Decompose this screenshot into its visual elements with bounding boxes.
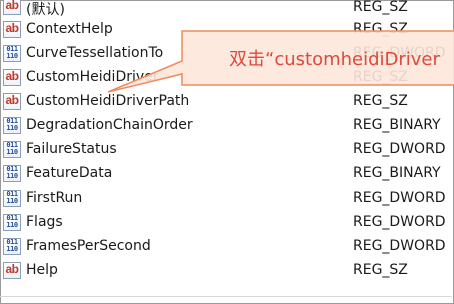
value-type: REG_SZ: [353, 93, 408, 110]
registry-row[interactable]: ab (默认) REG_SZ: [0, 0, 452, 18]
bottom-divider: [0, 296, 452, 297]
binary-value-icon: 011 110: [3, 213, 21, 231]
value-name: FramesPerSecond: [26, 237, 151, 254]
value-type: REG_BINARY: [353, 165, 441, 182]
registry-row[interactable]: ab ContextHelp REG_SZ: [0, 18, 452, 42]
registry-value-list: ab (默认) REG_SZ ab ContextHelp REG_SZ 011…: [0, 0, 452, 283]
value-name: ContextHelp: [26, 21, 113, 37]
string-value-icon: ab: [3, 93, 21, 111]
registry-row[interactable]: ab Help REG_SZ: [0, 259, 452, 283]
value-type: REG_SZ: [353, 69, 408, 86]
value-name: Flags: [26, 213, 63, 230]
binary-value-icon: 011 110: [3, 141, 21, 159]
registry-row[interactable]: 011 110 FailureStatus REG_DWORD: [0, 138, 452, 162]
value-name: Help: [26, 261, 58, 278]
binary-value-icon: 011 110: [3, 237, 21, 255]
string-value-icon: ab: [3, 0, 21, 15]
registry-row[interactable]: ab CustomHeidiDriverPath REG_SZ: [0, 90, 452, 114]
value-name: FeatureData: [26, 165, 113, 182]
registry-row[interactable]: 011 110 Flags REG_DWORD: [0, 211, 452, 235]
value-name: CustomHeidiDriverPath: [26, 93, 190, 110]
registry-row[interactable]: 011 110 DegradationChainOrder REG_BINARY: [0, 114, 452, 138]
callout-text: 双击“customheidiDriver: [229, 49, 440, 70]
value-name: CurveTessellationTo: [26, 45, 164, 62]
binary-value-icon: 011 110: [3, 117, 21, 135]
value-name: (默认): [26, 2, 65, 18]
registry-row[interactable]: 011 110 FirstRun REG_DWORD: [0, 187, 452, 211]
value-type: REG_DWORD: [353, 141, 446, 158]
value-type: REG_BINARY: [353, 117, 441, 134]
binary-value-icon: 011 110: [3, 165, 21, 183]
value-name: FailureStatus: [26, 141, 117, 158]
value-type: REG_DWORD: [353, 213, 446, 230]
registry-row[interactable]: 011 110 FramesPerSecond REG_DWORD: [0, 235, 452, 259]
string-value-icon: ab: [3, 21, 21, 38]
value-type: REG_DWORD: [353, 189, 446, 206]
value-type: REG_DWORD: [353, 237, 446, 254]
value-name: CustomHeidiDriver: [26, 69, 159, 86]
value-name: FirstRun: [26, 189, 83, 206]
binary-value-icon: 011 110: [3, 45, 21, 63]
value-type: REG_SZ: [353, 261, 408, 278]
binary-value-icon: 011 110: [3, 189, 21, 207]
string-value-icon: ab: [3, 69, 21, 87]
registry-row[interactable]: 011 110 FeatureData REG_BINARY: [0, 162, 452, 186]
value-type: REG_SZ: [353, 21, 408, 37]
string-value-icon: ab: [3, 261, 21, 279]
value-type: REG_SZ: [353, 0, 408, 15]
value-name: DegradationChainOrder: [26, 117, 193, 134]
